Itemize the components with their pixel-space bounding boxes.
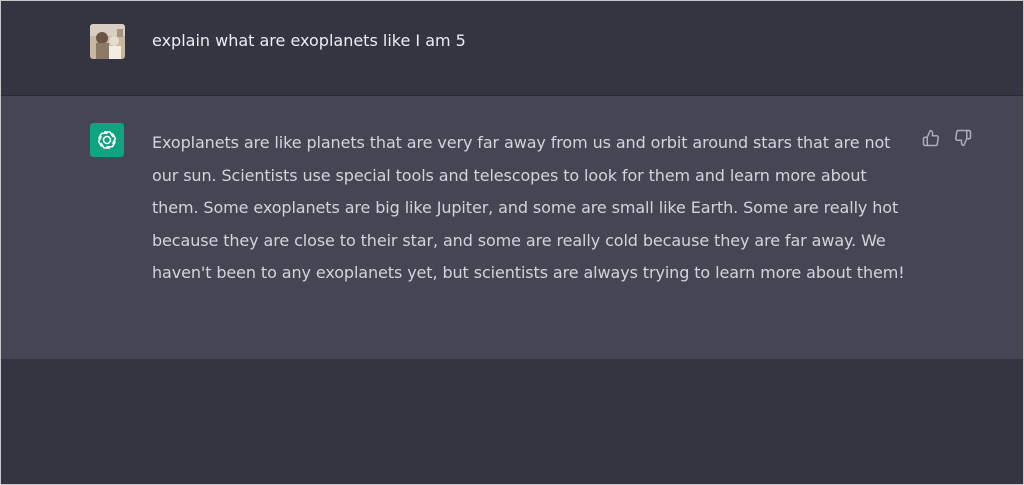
empty-chat-area (1, 359, 1023, 484)
thumbs-up-icon[interactable] (921, 128, 941, 148)
chat-window: explain what are exoplanets like I am 5 … (0, 0, 1024, 485)
user-message-text: explain what are exoplanets like I am 5 (152, 31, 466, 50)
thumbs-down-icon[interactable] (953, 128, 973, 148)
openai-logo-icon (90, 123, 124, 157)
assistant-message-text: Exoplanets are like planets that are ver… (152, 133, 905, 282)
user-message-row: explain what are exoplanets like I am 5 (1, 1, 1023, 96)
assistant-message-row: Exoplanets are like planets that are ver… (1, 96, 1023, 359)
user-avatar (90, 24, 125, 59)
